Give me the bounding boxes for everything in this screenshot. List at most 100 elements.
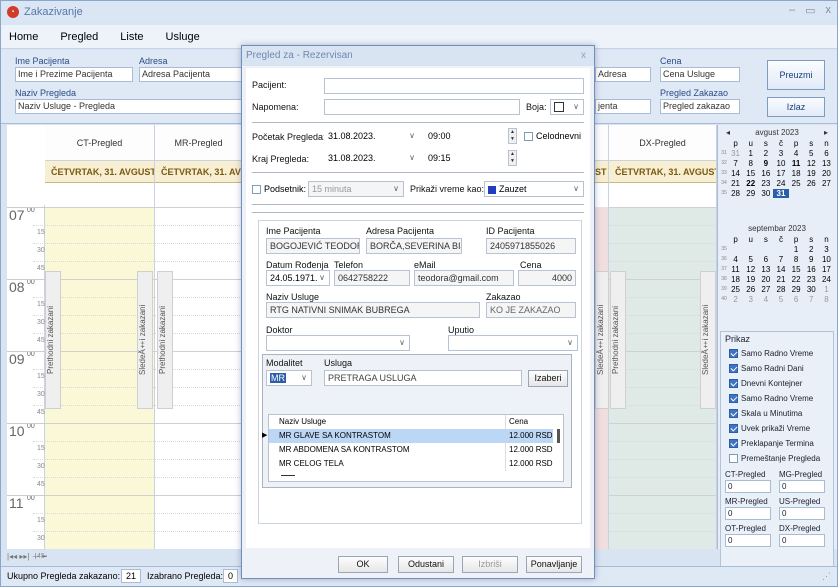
calendar-day[interactable] [743, 245, 758, 254]
calendar-nav-buttons[interactable]: |◂◂ ▸▸| ＋ ━ [7, 551, 147, 565]
calendar-day[interactable]: 18 [789, 169, 804, 178]
calendar-day[interactable]: 4 [758, 295, 773, 304]
calendar-day[interactable]: 21 [773, 275, 788, 284]
kraj-date-picker[interactable]: 31.08.2023. [324, 150, 420, 166]
calendar-day[interactable]: 8 [819, 295, 834, 304]
calendar-day[interactable]: 6 [758, 255, 773, 264]
minimize-button[interactable]: – [789, 4, 795, 17]
calendar-day[interactable] [728, 245, 743, 254]
calendar-day[interactable]: 28 [728, 189, 743, 198]
izbrisi-button[interactable]: Izbriši [462, 556, 518, 573]
calendar-day[interactable]: 13 [819, 159, 834, 168]
prikaz-option[interactable]: Samo Radno Vreme [721, 346, 833, 361]
dx-sledeci-tab[interactable]: SledeÄ‡i zakazani [700, 271, 716, 409]
menu-home[interactable]: Home [9, 31, 38, 43]
calendar-day[interactable]: 30 [758, 189, 773, 198]
calendar-day[interactable]: 21 [728, 179, 743, 188]
calendar-day[interactable]: 27 [819, 179, 834, 188]
calendar-day[interactable]: 3 [743, 295, 758, 304]
calendar-day[interactable]: 14 [728, 169, 743, 178]
ct-sledeci-tab[interactable]: SledeÄ‡i zakazani [137, 271, 153, 409]
calendar-day[interactable]: 29 [789, 285, 804, 294]
prikaz-option[interactable]: Preklapanje Termina [721, 436, 833, 451]
calendar-day[interactable] [789, 189, 804, 198]
adresa-field[interactable]: Adresa Pacijenta [139, 67, 243, 82]
calendar-day[interactable]: 4 [728, 255, 743, 264]
kraj-time-spinner[interactable]: ▲ ▼ [508, 150, 517, 166]
calendar-day[interactable]: 7 [773, 255, 788, 264]
calendar-day[interactable] [773, 245, 788, 254]
calendar-day[interactable]: 19 [743, 275, 758, 284]
dialog-close-icon[interactable]: x [581, 46, 586, 66]
cena-dialog-field[interactable]: 4000 [518, 270, 576, 286]
pocetak-time-input[interactable]: 09:00 [424, 128, 506, 144]
calendar-day[interactable]: 30 [804, 285, 819, 294]
calendar-day[interactable]: 10 [773, 159, 788, 168]
pacijent-input[interactable] [324, 78, 584, 94]
close-button[interactable]: x [826, 4, 832, 17]
calendar-day[interactable]: 3 [819, 245, 834, 254]
ct-prethodni-tab[interactable]: Prethodni zakazani [45, 271, 61, 409]
calendar-day[interactable]: 7 [804, 295, 819, 304]
naziv-field[interactable]: Naziv Usluge - Pregleda [15, 99, 243, 114]
podsetnik-dropdown[interactable]: 15 minuta [308, 181, 404, 197]
prikaz-option[interactable]: Skala u Minutima [721, 406, 833, 421]
menu-liste[interactable]: Liste [120, 31, 143, 43]
celodnevni-checkbox[interactable]: Celodnevni [524, 131, 581, 141]
calendar-day[interactable]: 6 [819, 149, 834, 158]
calendar-day[interactable]: 31 [773, 189, 789, 198]
calendar-day[interactable]: 11 [789, 159, 804, 168]
usluga-search-input[interactable]: PRETRAGA USLUGA [324, 370, 522, 386]
fragment-sledeci-tab[interactable]: SledeÄ‡i zakazani [595, 271, 609, 409]
zakazao-field[interactable]: KO JE ZAKAZAO [486, 302, 576, 318]
calendar-day[interactable] [758, 245, 773, 254]
calendar-day[interactable]: 17 [773, 169, 788, 178]
table-row[interactable]: MR ABDOMENA SA KONTRASTOM 12.000 RSD [269, 443, 553, 457]
calendar-day[interactable]: 20 [758, 275, 773, 284]
next-month-icon[interactable]: ▸ [824, 127, 834, 139]
calendar-day[interactable]: 17 [819, 265, 834, 274]
calendar-day[interactable]: 8 [743, 159, 758, 168]
calendar-day[interactable]: 2 [804, 245, 819, 254]
calendar-day[interactable]: 1 [743, 149, 758, 158]
calendar-day[interactable] [819, 189, 834, 198]
calendar-day[interactable]: 16 [804, 265, 819, 274]
odustani-button[interactable]: Odustani [398, 556, 454, 573]
calendar-day[interactable]: 6 [789, 295, 804, 304]
calendar-day[interactable]: 4 [789, 149, 804, 158]
calendar-day[interactable]: 27 [758, 285, 773, 294]
cena-field[interactable]: Cena Usluge [660, 67, 740, 82]
mr-prethodni-tab[interactable]: Prethodni zakazani [157, 271, 173, 409]
menu-usluge[interactable]: Usluge [166, 31, 200, 43]
calendar-day[interactable]: 23 [804, 275, 819, 284]
izlaz-button[interactable]: Izlaz [767, 97, 825, 117]
calendar-day[interactable]: 20 [819, 169, 834, 178]
calendar-day[interactable]: 25 [789, 179, 804, 188]
naziv-usluge-field[interactable]: RTG NATIVNI SNIMAK BUBREGA [266, 302, 480, 318]
calendar-day[interactable]: 22 [789, 275, 804, 284]
prikaz-option[interactable]: Dnevni Kontejner [721, 376, 833, 391]
calendar-day[interactable]: 7 [728, 159, 743, 168]
calendar-day[interactable]: 12 [743, 265, 758, 274]
calendar-day[interactable]: 26 [743, 285, 758, 294]
calendar-day[interactable]: 31 [728, 149, 743, 158]
september-mini-calendar[interactable]: septembar 2023 p u s č p s n 35 1 2 3 36 4 5 6 7 8 9 10 37 11… [720, 223, 834, 304]
preuzmi-button[interactable]: Preuzmi [767, 60, 825, 90]
ime-field[interactable]: Ime i Prezime Pacijenta [15, 67, 133, 82]
calendar-day[interactable]: 15 [789, 265, 804, 274]
pacijent-field-2[interactable]: jenta [595, 99, 651, 114]
pocetak-time-spinner[interactable]: ▲ ▼ [508, 128, 517, 144]
calendar-day[interactable]: 26 [804, 179, 819, 188]
kraj-time-input[interactable]: 09:15 [424, 150, 506, 166]
resize-grip-icon[interactable]: ⋰ [822, 571, 831, 582]
calendar-day[interactable]: 9 [758, 159, 773, 168]
calendar-day[interactable]: 23 [758, 179, 773, 188]
napomena-input[interactable] [324, 99, 520, 115]
adresa-pacijenta-field[interactable]: BORČA,SEVERINA BIJEL [366, 238, 462, 254]
calendar-day[interactable]: 5 [773, 295, 788, 304]
calendar-day[interactable]: 9 [804, 255, 819, 264]
prikaz-option[interactable]: Samo Radno Vreme [721, 391, 833, 406]
ok-button[interactable]: OK [338, 556, 388, 573]
prikaz-option[interactable]: Premeštanje Pregleda [721, 451, 833, 466]
calendar-day[interactable]: 29 [743, 189, 758, 198]
